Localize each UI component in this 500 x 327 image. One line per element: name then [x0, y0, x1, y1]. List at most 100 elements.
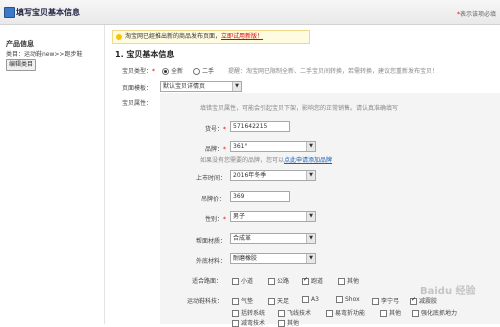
season-select[interactable]: 2016年冬季 ▼ — [230, 170, 316, 181]
product-info-sidebar: 产品信息 类目：运动鞋new>>跑步鞋 编辑类目 — [0, 25, 105, 324]
dropdown-arrow-icon: ▼ — [306, 142, 315, 151]
brand-label: 品牌：* — [205, 144, 226, 153]
apply-brand-link[interactable]: 点此申请添加品牌 — [284, 157, 332, 164]
checkbox-checked-icon — [302, 276, 309, 285]
season-label: 上市时间： — [196, 175, 227, 182]
gender-select[interactable]: 男子 ▼ — [230, 211, 316, 222]
tech-option-label: 减震胶 — [419, 298, 438, 305]
lightbulb-icon — [116, 33, 122, 40]
tech-option-label: 飞线技术 — [287, 310, 312, 317]
checkbox-icon — [412, 310, 419, 317]
brand-select[interactable]: 361° ▼ — [230, 141, 316, 152]
tag-price-input[interactable]: 369 — [230, 191, 290, 202]
terrain-option-label: 小道 — [241, 278, 254, 285]
tech-option-label: 天足 — [277, 298, 290, 305]
terrain-option[interactable]: 跑道 — [302, 276, 323, 285]
tech-option[interactable]: 天足 — [268, 296, 289, 305]
upper-material-value: 合成革 — [233, 235, 252, 242]
tech-option-label: 强化底抓地力 — [421, 310, 458, 317]
new-version-notice: 淘宝网已經推出新的商品发布页面，立即试用新版！ — [112, 30, 310, 44]
required-note-text: 表示该项必填 — [459, 11, 496, 18]
dropdown-arrow-icon: ▼ — [306, 254, 315, 263]
checkbox-icon — [338, 278, 345, 285]
checkbox-icon — [372, 298, 379, 305]
baidu-watermark: Baidu 经验 — [420, 286, 476, 297]
brand-value: 361° — [233, 143, 248, 150]
terrain-label: 适合路面： — [192, 278, 223, 285]
brand-hint: 如果没有您需要的品牌，您可以点此申请添加品牌 — [200, 155, 332, 164]
model-label: 货号：* — [205, 124, 226, 133]
edit-icon — [4, 7, 15, 18]
dropdown-arrow-icon: ▼ — [306, 234, 315, 243]
template-select[interactable]: 默认宝贝详情页 ▼ — [160, 81, 242, 92]
edit-category-button[interactable]: 编辑类目 — [6, 59, 37, 71]
type-used-label: 二手 — [202, 68, 215, 75]
terrain-option[interactable]: 公路 — [268, 276, 289, 285]
gender-label-text: 性别： — [205, 216, 224, 223]
tech-option[interactable]: 气垫 — [232, 296, 253, 305]
radio-selected-icon — [162, 68, 169, 75]
model-label-text: 货号： — [205, 126, 224, 133]
tech-option[interactable]: 强化底抓地力 — [412, 308, 457, 317]
tech-option[interactable]: 易弯折功能 — [326, 308, 365, 317]
product-info-heading: 产品信息 — [6, 40, 34, 48]
tech-option[interactable]: A3 — [302, 296, 319, 303]
season-value: 2016年冬季 — [233, 172, 267, 179]
type-new-radio[interactable]: 全新 — [162, 66, 183, 75]
tech-option-label: 李宁弓 — [381, 298, 400, 305]
model-input[interactable]: 571642215 — [230, 121, 290, 132]
checkbox-icon — [232, 278, 239, 285]
required-star: * — [223, 126, 227, 133]
template-value: 默认宝贝详情页 — [163, 83, 206, 90]
section-title: 1. 宝贝基本信息 — [115, 50, 175, 59]
required-star: * — [223, 216, 227, 223]
brand-hint-text: 如果没有您需要的品牌，您可以 — [200, 157, 285, 164]
required-note: *表示该项必填 — [457, 9, 496, 18]
tech-option[interactable]: 减震胶 — [410, 296, 437, 305]
tech-option[interactable]: 其他 — [278, 318, 299, 327]
template-label: 页面模板： — [122, 85, 153, 92]
tech-option[interactable]: 李宁弓 — [372, 296, 399, 305]
attributes-label: 宝贝属性： — [122, 100, 153, 107]
tech-option-label: 易弯折功能 — [335, 310, 366, 317]
tech-option[interactable]: 飞线技术 — [278, 308, 311, 317]
item-type-label: 宝贝类型：* — [122, 66, 155, 75]
notice-text: 淘宝网已經推出新的商品发布页面， — [125, 33, 222, 40]
item-type-label-text: 宝贝类型： — [122, 68, 153, 75]
tag-price-label: 吊牌价： — [201, 196, 226, 203]
checkbox-icon — [232, 298, 239, 305]
category-path: 类目：运动鞋new>>跑步鞋 — [6, 51, 83, 58]
terrain-option[interactable]: 其他 — [338, 276, 359, 285]
tech-option-label: 气垫 — [241, 298, 254, 305]
tech-option-label: A3 — [311, 296, 319, 303]
checkbox-icon — [268, 298, 275, 305]
terrain-option-label: 其他 — [347, 278, 360, 285]
radio-icon — [193, 68, 200, 75]
type-used-radio[interactable]: 二手 — [193, 66, 214, 75]
gender-value: 男子 — [233, 213, 246, 220]
dropdown-arrow-icon: ▼ — [232, 82, 241, 91]
checkbox-icon — [380, 310, 387, 317]
tech-option[interactable]: Shox — [336, 296, 360, 303]
checkbox-icon — [336, 296, 343, 303]
tech-option[interactable]: 其他 — [380, 308, 401, 317]
checkbox-icon — [232, 310, 239, 317]
page-header: 填写宝贝基本信息 *表示该项必填 — [0, 0, 500, 25]
dropdown-arrow-icon: ▼ — [306, 212, 315, 221]
checkbox-checked-icon — [410, 296, 417, 305]
try-new-version-link[interactable]: 立即试用新版！ — [221, 33, 263, 40]
brand-label-text: 品牌： — [205, 146, 224, 153]
terrain-option[interactable]: 小道 — [232, 276, 253, 285]
upper-material-select[interactable]: 合成革 ▼ — [230, 233, 316, 244]
type-new-label: 全新 — [171, 68, 184, 75]
page-title: 填写宝贝基本信息 — [16, 8, 80, 17]
tech-option[interactable]: 减弯技术 — [232, 318, 265, 327]
gender-label: 性别：* — [205, 214, 226, 223]
tech-option-label: Shox — [345, 296, 360, 303]
sole-material-value: 耐磨橡胶 — [233, 255, 258, 262]
attributes-hint: 填错宝贝属性，可能会引起宝贝下架，影响您的正常销售。请认真准确填写 — [200, 105, 399, 112]
dropdown-arrow-icon: ▼ — [306, 171, 315, 180]
sole-material-select[interactable]: 耐磨橡胶 ▼ — [230, 253, 316, 264]
checkbox-icon — [326, 310, 333, 317]
tech-option[interactable]: 括转系统 — [232, 308, 265, 317]
